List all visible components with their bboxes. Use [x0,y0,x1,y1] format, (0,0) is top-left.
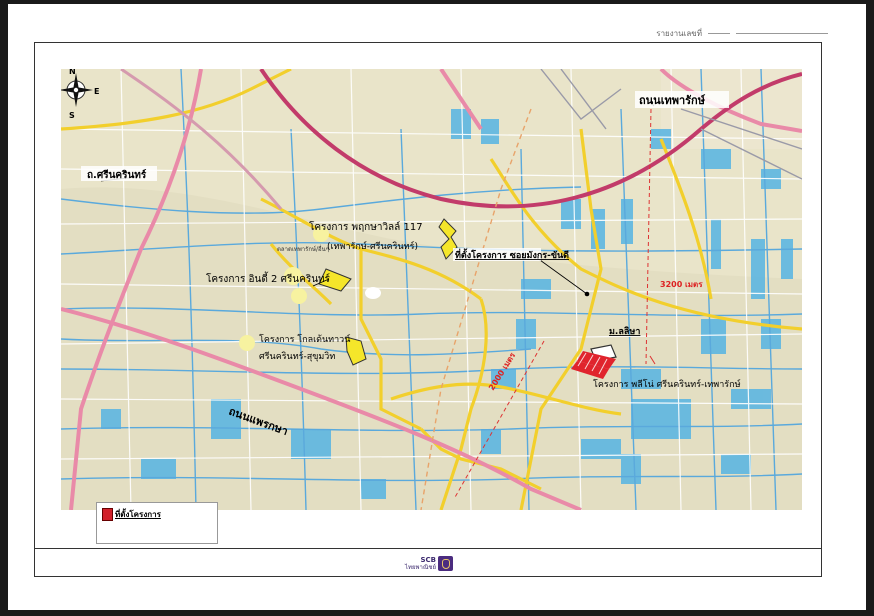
scb-emblem-icon [438,556,453,571]
location-map[interactable]: N S E W ถ.ศรีนครินทร์ ถนนเทพารักษ์ ถนนแพ… [61,69,802,510]
label-pleno: โครงการ พลีโน่ ศรีนครินทร์-เทพารักษ์ [593,378,741,390]
label-indy: โครงการ อินดี้ 2 ศรีนครินทร์ [206,271,331,285]
compass-e: E [94,87,99,96]
legend-site-swatch [102,508,113,521]
compass-n: N [69,69,76,76]
logo-text: SCB [420,556,436,564]
scb-logo: SCB ไทยพาณิชย์ [400,556,456,572]
legend-site-label: ที่ตั้งโครงการ [115,510,161,519]
logo-subtext: ไทยพาณิชย์ [405,564,436,571]
label-prueksa-line2: (เทพารักษ์-ศรีนครินทร์) [327,240,418,252]
footer-divider [34,548,821,549]
label-distance-3200: 3200 เมตร [660,280,703,289]
label-thepharak-road: ถนนเทพารักษ์ [639,94,706,107]
label-srinakarin-road: ถ.ศรีนครินทร์ [87,169,147,181]
report-number-line: รายงานเลขที่ [656,27,828,40]
map-legend: ที่ตั้งโครงการ [96,502,218,544]
label-prueksa-line1: โครงการ พฤกษาวิลล์ 117 [309,220,423,233]
label-golden-line2: ศรีนครินทร์-สุขุมวิท [259,350,335,362]
report-number-label: รายงานเลขที่ [656,29,702,38]
compass-s: S [69,111,75,120]
label-small-map-note: ตลาดเทพารักษ์/อื่นๆ [277,245,329,253]
label-mu-lalisa: ม.ลลิษา [609,326,640,337]
label-golden-line1: โครงการ โกลเด้นทาวน์ [259,333,350,345]
